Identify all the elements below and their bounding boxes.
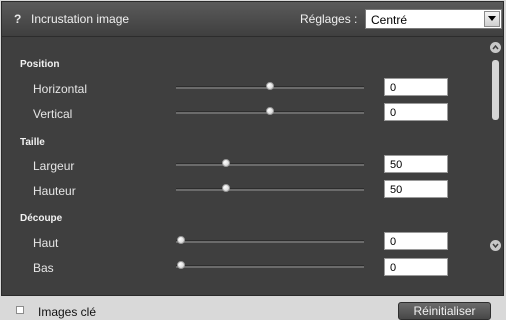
horizontal-label: Horizontal xyxy=(33,82,88,96)
hauteur-label: Hauteur xyxy=(33,184,76,198)
scroll-down-icon[interactable] xyxy=(490,240,501,251)
vertical-input[interactable]: 0 xyxy=(384,103,448,121)
bas-input[interactable]: 0 xyxy=(384,258,448,276)
scrollbar-thumb[interactable] xyxy=(492,60,499,120)
horizontal-input[interactable]: 0 xyxy=(384,78,448,96)
haut-slider-handle[interactable] xyxy=(177,236,185,244)
largeur-input[interactable]: 50 xyxy=(384,155,448,173)
keyframes-checkbox[interactable] xyxy=(16,306,24,314)
reset-button[interactable]: Réinitialiser xyxy=(398,302,491,320)
vertical-scrollbar[interactable] xyxy=(490,42,502,260)
bas-slider-track[interactable] xyxy=(176,265,364,268)
section-position: Position xyxy=(20,59,60,70)
hauteur-input[interactable]: 50 xyxy=(384,180,448,198)
panel-title: Incrustation image xyxy=(31,12,130,26)
image-inlay-panel: ? Incrustation image Réglages : Centré P… xyxy=(1,1,504,296)
largeur-label: Largeur xyxy=(33,159,75,173)
scroll-up-icon[interactable] xyxy=(490,42,501,53)
bas-label: Bas xyxy=(33,261,54,275)
section-decoupe: Découpe xyxy=(20,213,63,224)
haut-slider-track[interactable] xyxy=(176,240,364,243)
vertical-label: Vertical xyxy=(33,107,73,121)
preset-selected-value: Centré xyxy=(371,13,408,27)
keyframes-label: Images clé xyxy=(38,305,97,319)
chevron-down-icon[interactable] xyxy=(484,11,500,27)
haut-label: Haut xyxy=(33,236,59,250)
hauteur-slider-track[interactable] xyxy=(176,188,364,191)
panel-header: ? Incrustation image Réglages : Centré xyxy=(2,2,503,37)
horizontal-slider-handle[interactable] xyxy=(266,82,274,90)
preset-select[interactable]: Centré xyxy=(365,9,502,29)
bas-slider-handle[interactable] xyxy=(177,261,185,269)
largeur-slider-handle[interactable] xyxy=(222,159,230,167)
hauteur-slider-handle[interactable] xyxy=(222,184,230,192)
help-icon[interactable]: ? xyxy=(14,12,21,26)
largeur-slider-track[interactable] xyxy=(176,163,364,166)
section-taille: Taille xyxy=(20,137,45,148)
preset-label: Réglages : xyxy=(300,12,358,26)
haut-input[interactable]: 0 xyxy=(384,232,448,250)
vertical-slider-handle[interactable] xyxy=(266,107,274,115)
